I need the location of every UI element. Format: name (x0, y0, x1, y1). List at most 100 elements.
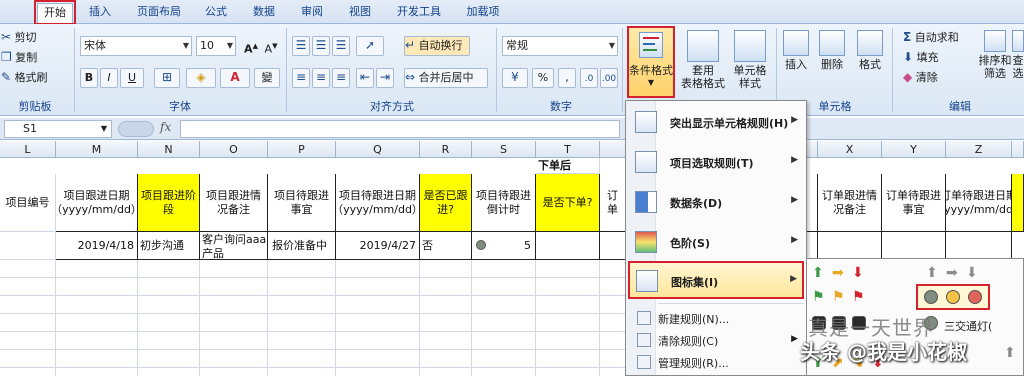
conditional-format-button[interactable]: 条件格式 ▼ (627, 26, 675, 98)
grid-cell[interactable] (200, 296, 268, 314)
red-flag-icon[interactable]: ⚑ (852, 290, 865, 304)
header-cell-W[interactable] (806, 174, 818, 232)
increase-decimal-icon[interactable]: .0 (580, 68, 598, 88)
borders-button[interactable]: ⊞ (154, 68, 180, 88)
cut-button[interactable]: ✂ 剪切 (0, 28, 70, 48)
italic-button[interactable]: I (100, 68, 118, 88)
grid-cell[interactable] (56, 260, 138, 278)
cell-X1[interactable] (818, 232, 882, 260)
grid-cell[interactable] (536, 260, 600, 278)
header-cell-M[interactable]: 项目跟进日期（yyyy/mm/dd） (56, 174, 138, 232)
grid-cell[interactable] (0, 332, 56, 350)
header-cell-Q[interactable]: 项目待跟进日期（yyyy/mm/dd） (336, 174, 420, 232)
grid-cell[interactable] (420, 350, 472, 368)
grid-cell[interactable] (200, 278, 268, 296)
column-header-S[interactable]: S (472, 141, 536, 158)
header-cell-L[interactable]: 项目编号 (0, 174, 56, 232)
grid-cell[interactable] (268, 332, 336, 350)
menu-item-top-bottom[interactable]: 项目选取规则(T) ▶ (628, 143, 804, 181)
tab-view[interactable]: 视图 (340, 3, 380, 23)
header-cell-U[interactable]: 订单 (600, 174, 626, 232)
gray-right-arrow-icon[interactable]: ➡ (946, 266, 958, 280)
cell-N1[interactable]: 初步沟通 (138, 232, 200, 260)
grid-cell[interactable] (268, 296, 336, 314)
gray-down-arrow-icon[interactable]: ⬇ (966, 266, 978, 280)
format-as-table-button[interactable]: 套用 表格格式 (680, 26, 726, 98)
grid-cell[interactable] (200, 350, 268, 368)
column-header-Y[interactable]: Y (882, 141, 946, 158)
column-header-L[interactable]: L (0, 141, 56, 158)
cell-T1[interactable] (536, 232, 600, 260)
grid-cell[interactable] (420, 314, 472, 332)
gray-up-arrow-icon[interactable]: ⬆ (926, 266, 938, 280)
formula-input[interactable] (180, 120, 620, 138)
menu-item-data-bars[interactable]: 数据条(D) ▶ (628, 183, 804, 221)
decrease-indent-icon[interactable]: ⇤ (356, 68, 374, 88)
grid-cell[interactable] (420, 332, 472, 350)
decrease-decimal-icon[interactable]: .00 (600, 68, 618, 88)
grid-cell[interactable] (138, 260, 200, 278)
font-size-select[interactable]: 10 ▼ (196, 36, 236, 56)
name-box[interactable]: S1 ▼ (4, 120, 112, 138)
tab-data[interactable]: 数据 (244, 3, 284, 23)
down-arrow-icon[interactable]: ⬇ (852, 266, 864, 280)
grid-cell[interactable] (472, 260, 536, 278)
grid-cell[interactable] (536, 296, 600, 314)
grid-cell[interactable] (0, 260, 56, 278)
menu-item-icon-sets[interactable]: 图标集(I) ▶ (628, 261, 804, 299)
grid-cell[interactable] (420, 368, 472, 376)
grid-cell[interactable] (336, 296, 420, 314)
fill-button[interactable]: ⬇ 填充 (902, 48, 962, 68)
column-header-Q[interactable]: Q (336, 141, 420, 158)
shrink-font-icon[interactable]: A▼ (262, 36, 280, 56)
grid-cell[interactable] (420, 260, 472, 278)
cell-Z1[interactable] (946, 232, 1012, 260)
menu-item-new-rule[interactable]: 新建规则(N)... (628, 307, 804, 329)
increase-indent-icon[interactable]: ⇥ (376, 68, 394, 88)
cell-W1[interactable] (806, 232, 818, 260)
grid-cell[interactable] (472, 296, 536, 314)
grid-cell[interactable] (600, 350, 626, 368)
phonetic-button[interactable]: 變 (254, 68, 280, 88)
merge-center-button[interactable]: ⇔ 合并后居中 (404, 68, 488, 88)
tab-addins[interactable]: 加载项 (458, 3, 508, 23)
autosum-button[interactable]: Σ 自动求和 (902, 28, 976, 48)
align-center-icon[interactable]: ≡ (312, 68, 330, 88)
cell-L1[interactable] (0, 232, 56, 260)
cell-P1[interactable]: 报价准备中 (268, 232, 336, 260)
column-header-N[interactable]: N (138, 141, 200, 158)
header-cell-Z[interactable]: 订单待跟进日期（yyyy/mm/dd） (946, 174, 1012, 232)
grid-cell[interactable] (336, 278, 420, 296)
comma-button[interactable]: , (558, 68, 576, 88)
grid-cell[interactable] (420, 296, 472, 314)
cell-R1[interactable]: 否 (420, 232, 472, 260)
grid-cell[interactable] (536, 368, 600, 376)
grid-cell[interactable] (600, 278, 626, 296)
grid-cell[interactable] (56, 314, 138, 332)
header-cell-X[interactable]: 订单跟进情况备注 (818, 174, 882, 232)
grid-cell[interactable] (600, 332, 626, 350)
find-select-button[interactable]: 查 选 (1012, 26, 1024, 98)
grid-cell[interactable] (536, 350, 600, 368)
grid-cell[interactable] (336, 314, 420, 332)
grid-cell[interactable] (200, 260, 268, 278)
copy-button[interactable]: ❐ 复制 (0, 48, 70, 68)
header-cell-Y[interactable]: 订单待跟进事宜 (882, 174, 946, 232)
grid-cell[interactable] (420, 278, 472, 296)
grid-cell[interactable] (138, 278, 200, 296)
grid-cell[interactable] (0, 278, 56, 296)
sort-filter-button[interactable]: 排序和 筛选 (976, 26, 1014, 98)
grid-cell[interactable] (0, 350, 56, 368)
grid-cell[interactable] (472, 350, 536, 368)
underline-button[interactable]: U (120, 68, 144, 88)
format-painter-button[interactable]: ✎ 格式刷 (0, 68, 70, 88)
align-bottom-icon[interactable]: ☰ (332, 36, 350, 56)
column-header-AA[interactable] (1012, 141, 1024, 158)
cell-O1[interactable]: 客户询问aaa产品 (200, 232, 268, 260)
grid-cell[interactable] (336, 260, 420, 278)
grid-cell[interactable] (200, 332, 268, 350)
grid-cell[interactable] (336, 368, 420, 376)
font-name-select[interactable]: 宋体 ▼ (80, 36, 192, 56)
number-format-select[interactable]: 常规 ▼ (502, 36, 618, 56)
grid-cell[interactable] (600, 314, 626, 332)
